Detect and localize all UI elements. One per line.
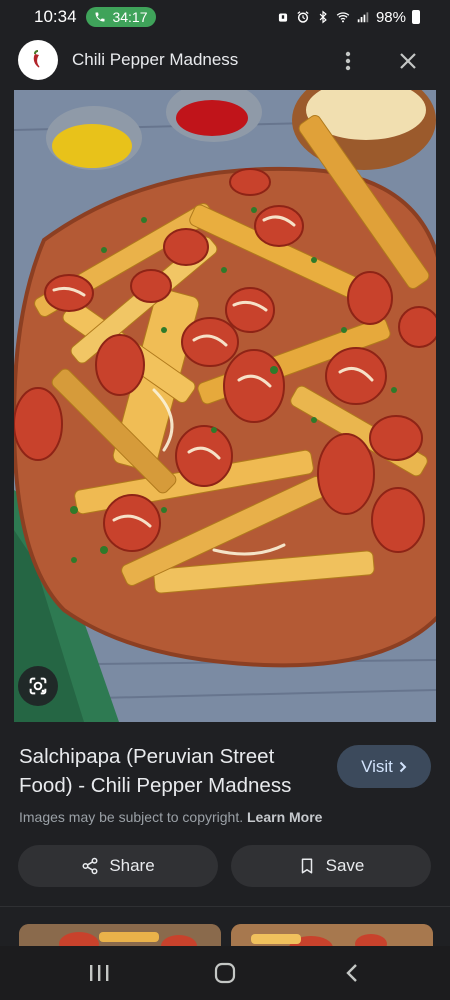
battery-icon xyxy=(412,10,420,24)
visit-label: Visit xyxy=(361,756,393,776)
bluetooth-icon xyxy=(319,10,327,24)
visit-button[interactable]: Visit xyxy=(337,745,431,788)
call-pill[interactable]: 34:17 xyxy=(86,7,156,27)
call-timer: 34:17 xyxy=(112,9,148,25)
chevron-right-icon xyxy=(399,761,407,772)
system-nav-bar xyxy=(0,946,450,1000)
share-icon xyxy=(82,857,98,875)
share-label: Share xyxy=(109,856,155,875)
save-label: Save xyxy=(325,856,365,875)
site-name[interactable]: Chili Pepper Madness xyxy=(72,50,238,70)
status-icons: 98% xyxy=(276,8,420,26)
bookmark-icon xyxy=(301,858,312,874)
google-lens-button[interactable] xyxy=(18,666,58,706)
google-lens-icon xyxy=(29,677,47,695)
chili-pepper-icon xyxy=(33,50,40,68)
back-icon[interactable] xyxy=(343,963,361,983)
result-title: Salchipapa (Peruvian Street Food) - Chil… xyxy=(19,745,292,797)
result-header: Chili Pepper Madness xyxy=(0,32,450,90)
alarm-clock-icon xyxy=(297,11,309,23)
alarm-icon xyxy=(278,13,288,22)
wifi-icon xyxy=(336,12,350,23)
home-icon[interactable] xyxy=(214,962,236,984)
learn-more-link[interactable]: Learn More xyxy=(247,809,322,825)
food-photo xyxy=(14,90,436,722)
more-vertical-icon xyxy=(345,51,351,71)
share-button[interactable]: Share xyxy=(18,845,218,887)
result-image[interactable] xyxy=(14,90,436,722)
copyright-notice: Images may be subject to copyright. Lear… xyxy=(19,809,322,825)
section-divider xyxy=(0,906,450,907)
battery-level: 98% xyxy=(375,8,406,26)
save-button[interactable]: Save xyxy=(231,845,431,887)
close-button[interactable] xyxy=(394,47,422,75)
recents-icon[interactable] xyxy=(88,963,110,983)
copyright-text: Images may be subject to copyright. xyxy=(19,809,244,825)
status-time: 10:34 xyxy=(34,7,77,26)
more-options-button[interactable] xyxy=(334,47,362,75)
signal-icon xyxy=(357,12,369,23)
site-avatar[interactable] xyxy=(18,40,58,80)
close-icon xyxy=(400,53,416,69)
phone-icon xyxy=(95,12,105,22)
status-bar: 10:34 34:17 98% xyxy=(0,0,450,32)
